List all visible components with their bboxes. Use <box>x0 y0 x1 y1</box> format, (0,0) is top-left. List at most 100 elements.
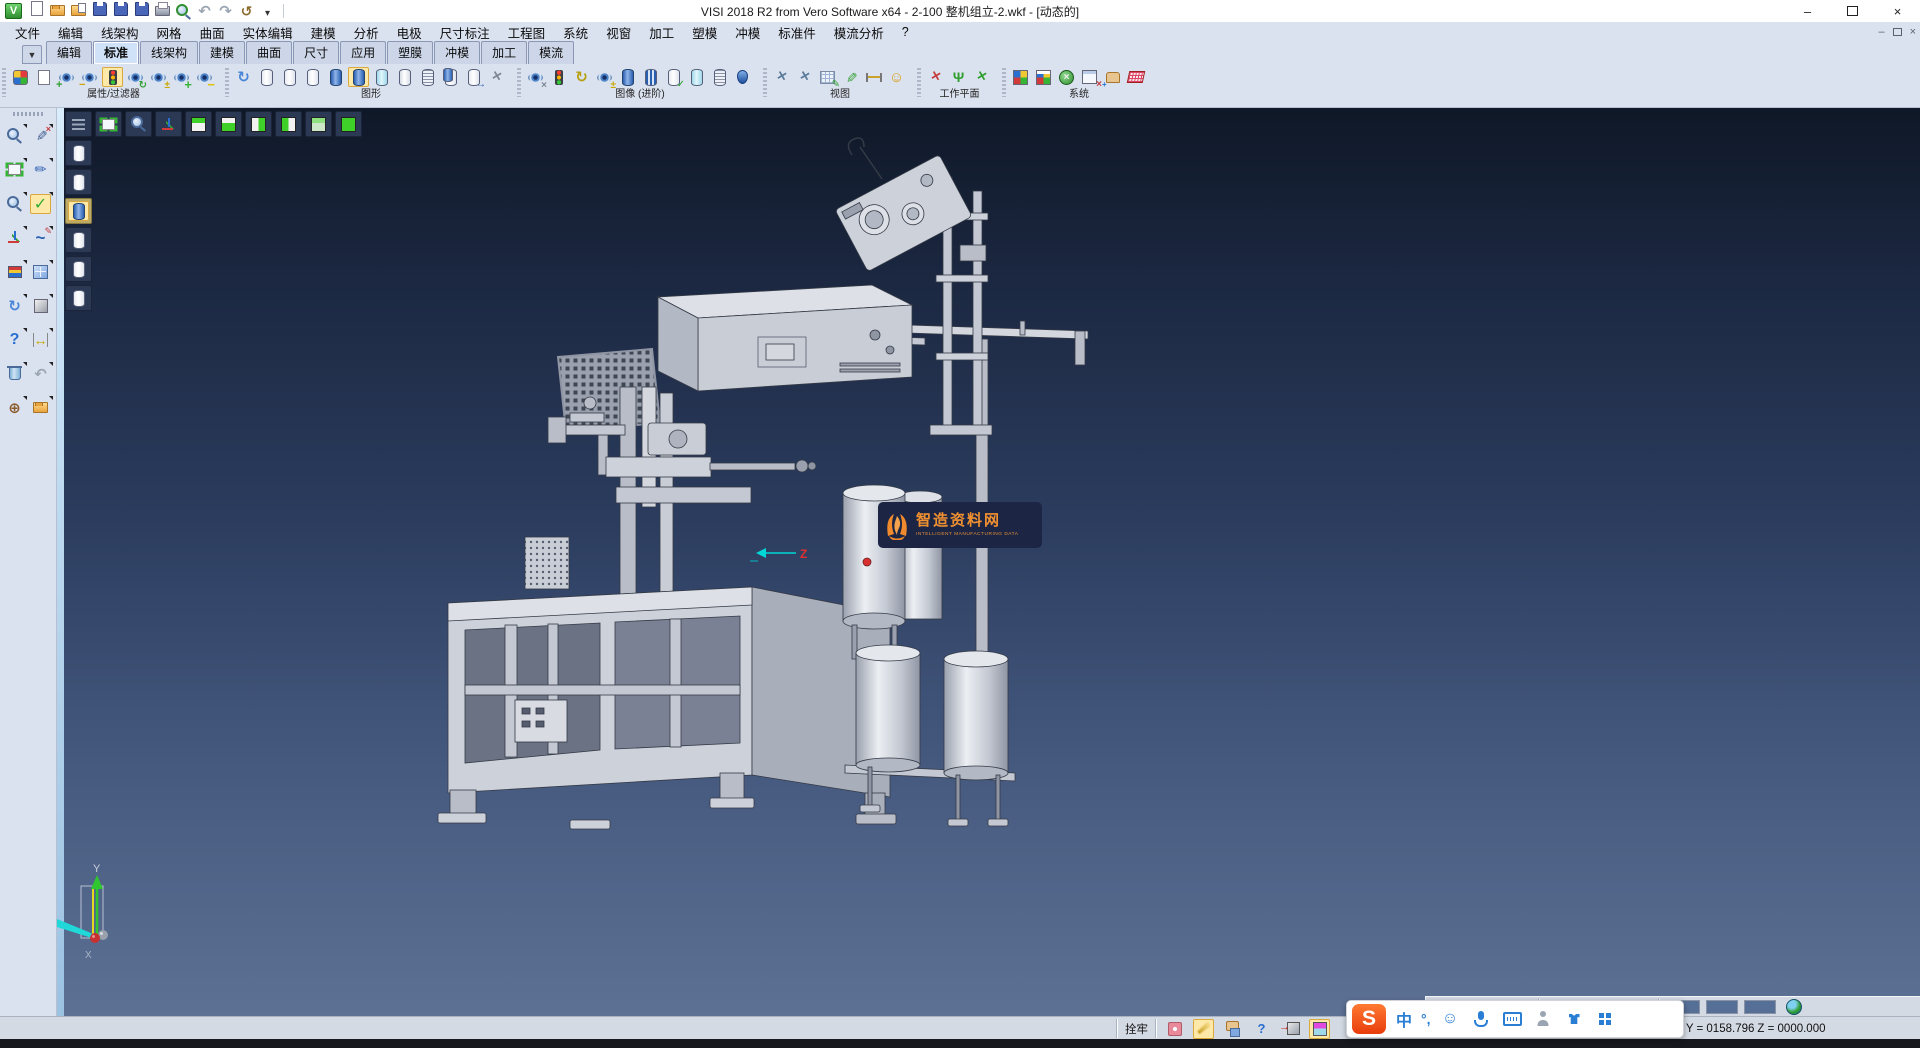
adv-toggle-icon[interactable] <box>594 67 615 87</box>
measure-distance-icon[interactable] <box>28 328 53 351</box>
group-style-icon[interactable] <box>440 67 461 87</box>
zoom-scale-icon[interactable] <box>2 192 27 215</box>
adv-lights-icon[interactable] <box>548 67 569 87</box>
ucs-axes-icon[interactable] <box>2 226 27 249</box>
view-back-icon[interactable] <box>305 111 332 137</box>
hidden-line-style-icon[interactable] <box>279 67 300 87</box>
menu-standard-parts[interactable]: 标准件 <box>769 22 825 43</box>
tab-surface[interactable]: 曲面 <box>246 41 292 64</box>
record-macro-icon[interactable] <box>1164 1019 1185 1039</box>
adv-transparent-icon[interactable] <box>686 67 707 87</box>
viewport-3d[interactable]: Z 智造资料网 INTELLIGENT MANUFACTURING DATA Y… <box>57 108 1920 1016</box>
view-iso-icon[interactable] <box>335 111 362 137</box>
view-top-icon[interactable] <box>185 111 212 137</box>
window-config-icon[interactable] <box>1079 67 1100 87</box>
visibility-refresh-icon[interactable] <box>125 67 146 87</box>
axonometric-icon[interactable] <box>155 111 182 137</box>
zoom-fit-icon[interactable] <box>95 111 122 137</box>
delete-icon[interactable] <box>2 362 27 385</box>
shade-mode-4-icon[interactable] <box>65 227 92 253</box>
tab-modeling[interactable]: 建模 <box>199 41 245 64</box>
menu-mesh[interactable]: 网格 <box>148 22 191 43</box>
shaded-edges-style-icon[interactable] <box>348 67 369 87</box>
ime-skin-icon[interactable] <box>1564 1009 1585 1029</box>
menu-machining[interactable]: 加工 <box>640 22 683 43</box>
layer-swatch-3[interactable] <box>1744 1000 1776 1014</box>
menu-mold[interactable]: 塑模 <box>683 22 726 43</box>
menu-edit[interactable]: 编辑 <box>49 22 92 43</box>
shade-mode-6-icon[interactable] <box>65 285 92 311</box>
ime-person-icon[interactable] <box>1533 1009 1554 1029</box>
hide-all-icon[interactable] <box>194 67 215 87</box>
confirm-check-icon[interactable] <box>28 192 53 215</box>
menu-electrode[interactable]: 电极 <box>388 22 431 43</box>
navigator-icon[interactable] <box>2 396 27 419</box>
menu-drawing[interactable]: 工程图 <box>499 22 555 43</box>
quick-access-options-icon[interactable] <box>257 4 278 24</box>
save-as-icon[interactable] <box>110 0 131 19</box>
print-icon[interactable] <box>152 0 173 19</box>
filter-lights-icon[interactable] <box>102 67 123 87</box>
tab-mold[interactable]: 塑膜 <box>387 41 433 64</box>
print-preview-icon[interactable] <box>173 2 194 22</box>
menu-analysis[interactable]: 分析 <box>345 22 388 43</box>
adv-visibility-icon[interactable] <box>525 67 546 87</box>
save-icon[interactable] <box>89 0 110 19</box>
menu-dimension[interactable]: 尺寸标注 <box>431 22 499 43</box>
view-config-2-icon[interactable] <box>794 67 815 87</box>
lock-label[interactable]: 拴牢 <box>1125 1021 1148 1037</box>
pack-and-go-icon[interactable] <box>1222 1019 1243 1039</box>
view-right-icon[interactable] <box>245 111 272 137</box>
view-grid-icon[interactable] <box>817 67 838 87</box>
undo-icon[interactable] <box>194 1 215 21</box>
adv-refresh-icon[interactable] <box>571 67 592 87</box>
sketch-compass-icon[interactable] <box>28 158 53 181</box>
tab-machining[interactable]: 加工 <box>481 41 527 64</box>
menu-modeling[interactable]: 建模 <box>302 22 345 43</box>
new-file-icon[interactable] <box>26 0 47 19</box>
adv-striped-icon[interactable] <box>640 67 661 87</box>
menu-surface[interactable]: 曲面 <box>191 22 234 43</box>
child-restore-button[interactable] <box>1893 28 1902 36</box>
redo-icon[interactable] <box>215 1 236 21</box>
globe-icon[interactable] <box>1784 997 1805 1017</box>
ime-mic-icon[interactable] <box>1471 1009 1492 1029</box>
import-file-icon[interactable] <box>68 1 89 21</box>
adv-shaded-icon[interactable] <box>617 67 638 87</box>
workplane-edit-icon[interactable] <box>971 67 992 87</box>
viewport-layout-icon[interactable] <box>28 260 53 283</box>
minimize-button[interactable]: – <box>1785 0 1830 22</box>
maximize-button[interactable] <box>1830 0 1875 22</box>
zoom-window-icon[interactable] <box>2 158 27 181</box>
regenerate-icon[interactable] <box>2 294 27 317</box>
selection-hand-icon[interactable] <box>1102 67 1123 87</box>
close-button[interactable]: × <box>1875 0 1920 22</box>
view-front-icon[interactable] <box>215 111 242 137</box>
ime-punctuation-toggle[interactable]: °, <box>1421 1011 1431 1027</box>
show-all-icon[interactable] <box>171 67 192 87</box>
transparent-style-icon[interactable] <box>371 67 392 87</box>
menu-wireframe[interactable]: 线架构 <box>92 22 148 43</box>
hide-remove-icon[interactable] <box>79 67 100 87</box>
ime-toolbox-icon[interactable] <box>1595 1009 1616 1029</box>
spline-icon[interactable] <box>28 226 53 249</box>
undo-step-icon[interactable] <box>28 362 53 385</box>
adv-verified-icon[interactable] <box>663 67 684 87</box>
graphics-options-icon[interactable] <box>486 67 507 87</box>
view-smiley-icon[interactable] <box>886 67 907 87</box>
menu-window[interactable]: 视窗 <box>597 22 640 43</box>
visibility-toggle-icon[interactable] <box>148 67 169 87</box>
attr-palette-icon[interactable] <box>10 67 31 87</box>
toolbar-grip[interactable] <box>13 112 43 116</box>
menu-system[interactable]: 系统 <box>554 22 597 43</box>
shade-mode-2-icon[interactable] <box>65 169 92 195</box>
shade-mode-1-icon[interactable] <box>65 140 92 166</box>
menu-flow-analysis[interactable]: 模流分析 <box>825 22 893 43</box>
quick-help-icon[interactable] <box>2 328 27 351</box>
view-left-icon[interactable] <box>275 111 302 137</box>
system-colors-icon[interactable] <box>1010 67 1031 87</box>
attr-page-icon[interactable] <box>33 67 54 87</box>
view-sketch-icon[interactable] <box>840 67 861 87</box>
ime-keyboard-icon[interactable] <box>1502 1009 1523 1029</box>
solid-view-icon[interactable] <box>28 294 53 317</box>
